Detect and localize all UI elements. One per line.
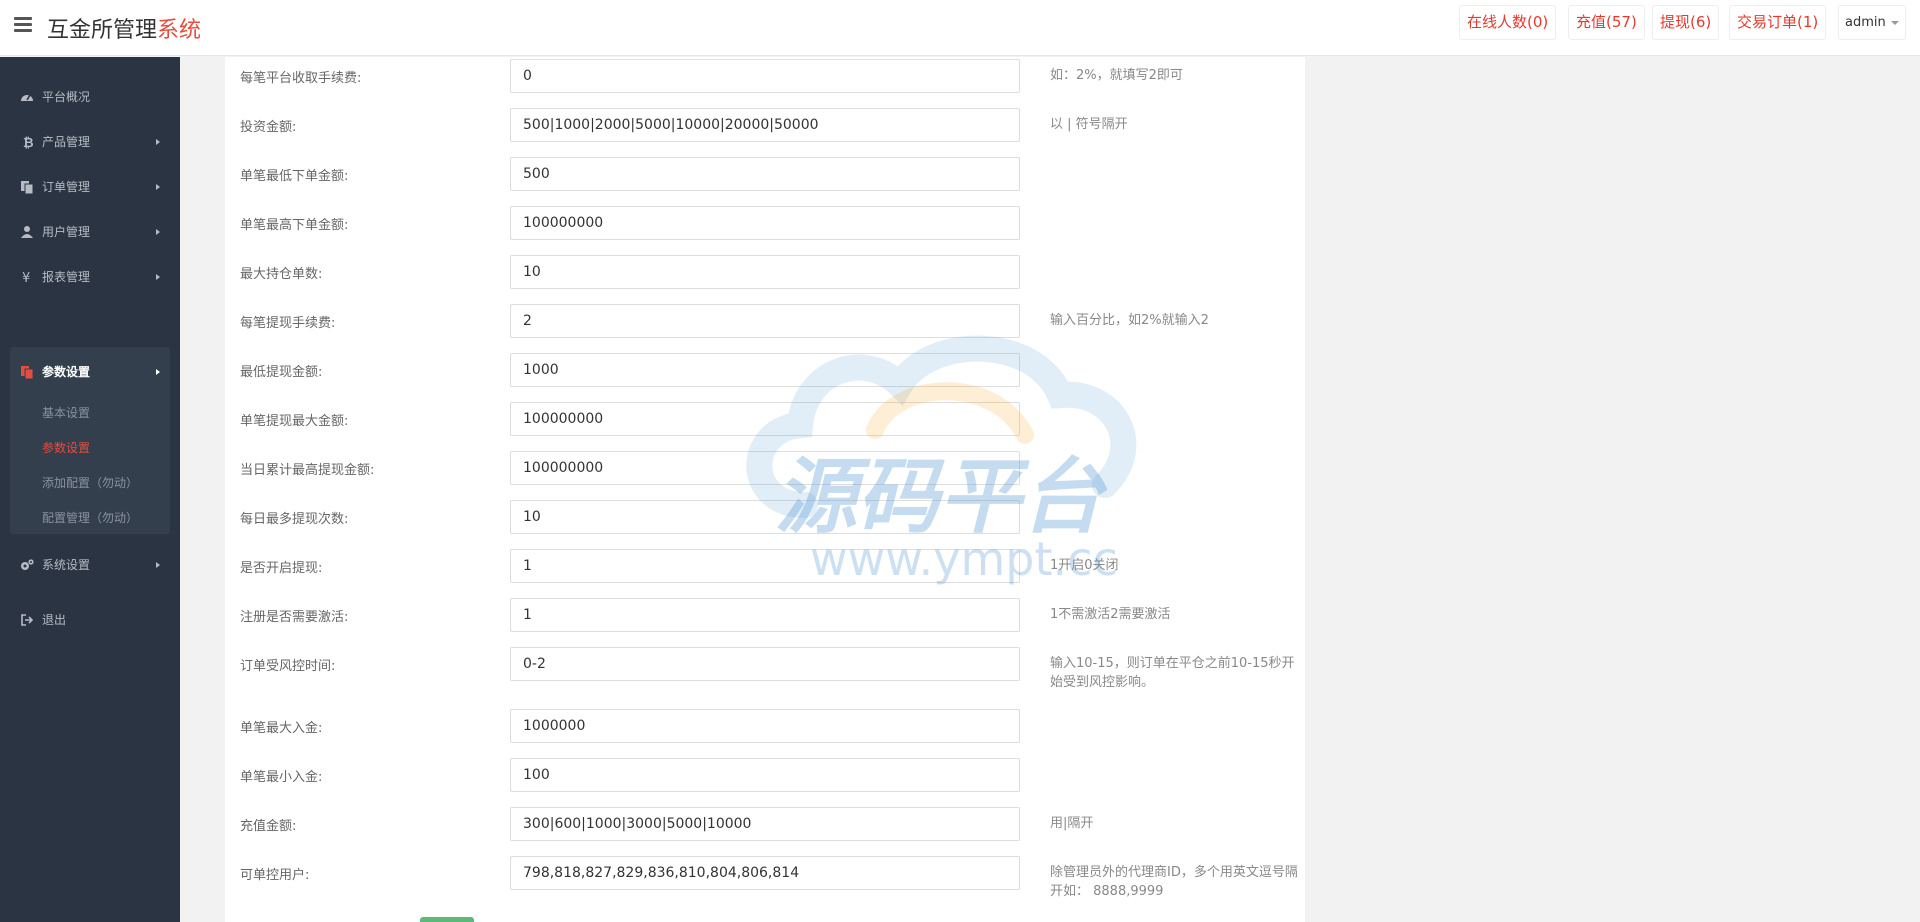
app-title: 互金所管理系统 bbox=[47, 12, 201, 44]
svg-text:¥: ¥ bbox=[22, 271, 30, 284]
trade-orders-button[interactable]: 交易订单(1) bbox=[1729, 5, 1827, 40]
hint-risk-control-time: 输入10-15，则订单在平仓之前10-15秒开始受到风控影响。 bbox=[1050, 656, 1295, 690]
enable-withdraw-input[interactable] bbox=[510, 549, 1020, 583]
user-icon bbox=[21, 225, 33, 238]
hint-platform-fee: 如：2%，就填写2即可 bbox=[1050, 68, 1183, 83]
caret-down-icon bbox=[1890, 20, 1899, 25]
app-title-accent: 系统 bbox=[157, 18, 202, 43]
yen-icon: ¥ bbox=[22, 271, 30, 284]
sidebar-item-products[interactable]: ₿ 产品管理 bbox=[0, 120, 180, 164]
copy-icon bbox=[21, 180, 34, 194]
label-risk-control-time: 订单受风控时间: bbox=[240, 659, 336, 674]
submit-button[interactable] bbox=[420, 917, 474, 922]
hint-registration-activation: 1不需激活2需要激活 bbox=[1050, 607, 1171, 622]
hint-investment-amounts: 以 | 符号隔开 bbox=[1050, 117, 1128, 132]
withdraw-button[interactable]: 提现(6) bbox=[1652, 5, 1720, 40]
sign-out-icon bbox=[21, 613, 34, 626]
sidebar-item-system[interactable]: 系统设置 bbox=[0, 543, 180, 587]
chevron-right-icon bbox=[156, 562, 160, 568]
label-controllable-users: 可单控用户: bbox=[240, 868, 310, 883]
label-daily-withdraw-count: 每日最多提现次数: bbox=[240, 512, 349, 527]
sidebar-item-logout[interactable]: 退出 bbox=[0, 598, 180, 642]
online-users-button[interactable]: 在线人数(0) bbox=[1459, 5, 1557, 40]
sidebar-item-overview[interactable]: 平台概况 bbox=[0, 75, 180, 119]
user-name: admin bbox=[1845, 15, 1886, 30]
chevron-right-icon bbox=[156, 369, 160, 375]
recharge-amounts-input[interactable] bbox=[510, 807, 1020, 841]
label-daily-withdraw-limit: 当日累计最高提现金额: bbox=[240, 463, 375, 478]
chevron-right-icon bbox=[156, 139, 160, 145]
sub-item-config-management[interactable]: 配置管理（勿动） bbox=[42, 509, 138, 526]
min-order-input[interactable] bbox=[510, 157, 1020, 191]
platform-fee-input[interactable] bbox=[510, 59, 1020, 93]
label-min-deposit: 单笔最小入金: bbox=[240, 770, 323, 785]
max-order-input[interactable] bbox=[510, 206, 1020, 240]
sidebar-item-label: 系统设置 bbox=[42, 558, 91, 572]
sub-item-add-config[interactable]: 添加配置（勿动） bbox=[42, 474, 138, 491]
sidebar-item-reports[interactable]: ¥ 报表管理 bbox=[0, 255, 180, 299]
chevron-right-icon bbox=[156, 229, 160, 235]
daily-withdraw-count-input[interactable] bbox=[510, 500, 1020, 534]
chevron-right-icon bbox=[156, 184, 160, 190]
sidebar-item-orders[interactable]: 订单管理 bbox=[0, 165, 180, 209]
label-min-withdraw: 最低提现金额: bbox=[240, 365, 323, 380]
sidebar-item-label: 用户管理 bbox=[42, 225, 91, 239]
sub-item-basic-settings[interactable]: 基本设置 bbox=[42, 404, 90, 421]
label-enable-withdraw: 是否开启提现: bbox=[240, 561, 323, 576]
app-title-main: 互金所管理 bbox=[47, 18, 158, 43]
sidebar-item-label: 产品管理 bbox=[42, 135, 91, 149]
min-withdraw-input[interactable] bbox=[510, 353, 1020, 387]
chevron-right-icon bbox=[156, 274, 160, 280]
sidebar-item-label: 参数设置 bbox=[42, 365, 91, 379]
daily-withdraw-limit-input[interactable] bbox=[510, 451, 1020, 485]
menu-toggle-icon[interactable] bbox=[14, 17, 32, 33]
sidebar-item-label: 报表管理 bbox=[42, 270, 91, 284]
label-platform-fee: 每笔平台收取手续费: bbox=[240, 71, 362, 86]
min-deposit-input[interactable] bbox=[510, 758, 1020, 792]
sub-item-parameter-settings[interactable]: 参数设置 bbox=[42, 439, 90, 456]
controllable-users-input[interactable] bbox=[510, 856, 1020, 890]
label-recharge-amounts: 充值金额: bbox=[240, 819, 297, 834]
label-withdraw-fee: 每笔提现手续费: bbox=[240, 316, 336, 331]
withdraw-fee-input[interactable] bbox=[510, 304, 1020, 338]
bitcoin-icon: ₿ bbox=[23, 136, 34, 149]
hint-withdraw-fee: 输入百分比，如2%就输入2 bbox=[1050, 313, 1209, 328]
sidebar-item-label: 平台概况 bbox=[42, 90, 91, 104]
svg-text:₿: ₿ bbox=[23, 136, 34, 149]
sidebar-item-label: 退出 bbox=[42, 613, 67, 627]
risk-control-time-input[interactable] bbox=[510, 647, 1020, 681]
label-max-deposit: 单笔最大入金: bbox=[240, 721, 323, 736]
registration-activation-input[interactable] bbox=[510, 598, 1020, 632]
recharge-button[interactable]: 充值(57) bbox=[1568, 5, 1645, 40]
gears-icon bbox=[21, 558, 34, 570]
max-withdraw-input[interactable] bbox=[510, 402, 1020, 436]
sidebar-item-users[interactable]: 用户管理 bbox=[0, 210, 180, 254]
label-min-order: 单笔最低下单金额: bbox=[240, 169, 349, 184]
label-investment-amounts: 投资金额: bbox=[240, 120, 297, 135]
hint-controllable-users: 除管理员外的代理商ID，多个用英文逗号隔开如： 8888,9999 bbox=[1050, 865, 1298, 899]
max-positions-input[interactable] bbox=[510, 255, 1020, 289]
copy-icon bbox=[21, 365, 34, 379]
sidebar: 平台概况 ₿ 产品管理 订单管理 用户管理 ¥ 报表管理 参数设置 基本设置 参数设… bbox=[0, 57, 180, 922]
label-max-withdraw: 单笔提现最大金额: bbox=[240, 414, 349, 429]
user-menu-button[interactable]: admin bbox=[1838, 5, 1906, 40]
label-max-positions: 最大持仓单数: bbox=[240, 267, 323, 282]
hint-enable-withdraw: 1开启0关闭 bbox=[1050, 558, 1119, 573]
investment-amounts-input[interactable] bbox=[510, 108, 1020, 142]
sidebar-item-label: 订单管理 bbox=[42, 180, 91, 194]
sidebar-item-parameters[interactable]: 参数设置 bbox=[0, 350, 180, 394]
top-header: 互金所管理系统 在线人数(0) 充值(57) 提现(6) 交易订单(1) adm… bbox=[0, 0, 1920, 56]
label-max-order: 单笔最高下单金额: bbox=[240, 218, 349, 233]
hint-recharge-amounts: 用|隔开 bbox=[1050, 816, 1094, 831]
dashboard-icon bbox=[21, 94, 33, 101]
max-deposit-input[interactable] bbox=[510, 709, 1020, 743]
label-registration-activation: 注册是否需要激活: bbox=[240, 610, 349, 625]
